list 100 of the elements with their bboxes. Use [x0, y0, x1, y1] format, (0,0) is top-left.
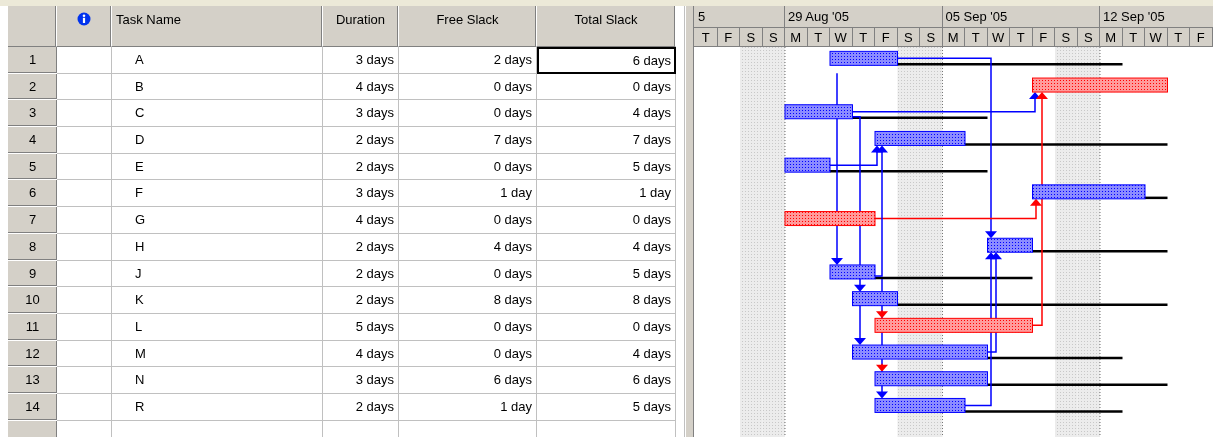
duration-cell: 2 days — [323, 287, 399, 314]
task-name-cell: G — [112, 207, 323, 234]
indicator-cell — [57, 100, 112, 128]
total-slack-cell[interactable]: 5 days — [537, 393, 676, 421]
row-number[interactable]: 5 — [8, 153, 57, 181]
day-label: F — [875, 28, 898, 47]
task-bar[interactable] — [784, 104, 853, 120]
total-slack-cell[interactable]: 8 days — [537, 287, 676, 314]
duration-cell: 3 days — [323, 367, 399, 394]
duration-cell: 3 days — [323, 47, 399, 74]
total-slack-cell[interactable]: 6 days — [537, 47, 676, 74]
day-label: F — [717, 28, 740, 47]
task-bar[interactable] — [987, 237, 1033, 253]
total-slack-cell[interactable]: 1 day — [537, 180, 676, 208]
task-name-cell: J — [112, 260, 323, 288]
free-slack-cell: 2 days — [399, 47, 537, 74]
row-number[interactable]: 12 — [8, 340, 57, 368]
duration-cell: 2 days — [323, 393, 399, 421]
task-bar[interactable] — [784, 157, 831, 173]
task-name-cell: A — [112, 47, 323, 74]
splitter-bar[interactable] — [685, 6, 694, 437]
indicator-cell — [57, 233, 112, 261]
day-label: T — [1010, 28, 1033, 47]
row-number[interactable]: 6 — [8, 180, 57, 208]
week-label: 12 Sep '05 — [1100, 6, 1213, 27]
day-label: W — [987, 28, 1010, 47]
row-number[interactable]: 10 — [8, 287, 57, 314]
free-slack-cell: 7 days — [399, 127, 537, 154]
indicator-cell — [57, 287, 112, 314]
day-label: T — [965, 28, 988, 47]
duration-cell: 3 days — [323, 100, 399, 128]
indicator-cell — [57, 207, 112, 234]
column-header[interactable]: Total Slack — [537, 6, 676, 47]
row-number[interactable]: 2 — [8, 73, 57, 101]
task-name-cell: R — [112, 393, 323, 421]
task-bar[interactable] — [1032, 184, 1146, 200]
free-slack-cell: 8 days — [399, 287, 537, 314]
day-label: T — [852, 28, 875, 47]
indicator-cell — [57, 260, 112, 288]
indicator-cell — [57, 127, 112, 154]
task-name-cell: E — [112, 153, 323, 181]
indicator-cell — [57, 47, 112, 74]
column-header[interactable]: Task Name — [112, 6, 323, 47]
free-slack-cell: 0 days — [399, 207, 537, 234]
free-slack-cell: 0 days — [399, 73, 537, 101]
total-slack-cell[interactable]: 4 days — [537, 100, 676, 128]
free-slack-cell: 1 day — [399, 180, 537, 208]
task-bar[interactable] — [874, 371, 988, 387]
free-slack-cell: 1 day — [399, 393, 537, 421]
task-bar[interactable] — [829, 50, 898, 66]
row-number[interactable]: 7 — [8, 207, 57, 234]
total-slack-cell[interactable]: 4 days — [537, 233, 676, 261]
row-number[interactable]: 1 — [8, 47, 57, 74]
duration-cell: 4 days — [323, 340, 399, 368]
task-bar[interactable] — [874, 130, 966, 146]
task-name-cell: D — [112, 127, 323, 154]
task-name-cell: H — [112, 233, 323, 261]
indicator-cell — [57, 73, 112, 101]
duration-cell: 2 days — [323, 260, 399, 288]
indicator-cell — [57, 340, 112, 368]
total-slack-cell[interactable]: 0 days — [537, 73, 676, 101]
row-number[interactable]: 9 — [8, 260, 57, 288]
row-number[interactable]: 4 — [8, 127, 57, 154]
task-name-cell: L — [112, 313, 323, 341]
free-slack-cell: 0 days — [399, 340, 537, 368]
task-bar[interactable] — [874, 397, 966, 413]
task-name-cell: C — [112, 100, 323, 128]
free-slack-cell: 0 days — [399, 153, 537, 181]
task-bar[interactable] — [784, 211, 876, 227]
column-header[interactable]: Free Slack — [399, 6, 537, 47]
row-number[interactable]: 11 — [8, 313, 57, 341]
row-number[interactable]: 13 — [8, 367, 57, 394]
indicator-cell — [57, 180, 112, 208]
duration-cell: 4 days — [323, 207, 399, 234]
total-slack-cell[interactable]: 0 days — [537, 313, 676, 341]
total-slack-cell[interactable]: 7 days — [537, 127, 676, 154]
task-name-cell: M — [112, 340, 323, 368]
day-label: M — [942, 28, 965, 47]
task-bar[interactable] — [852, 291, 898, 307]
total-slack-cell[interactable]: 0 days — [537, 207, 676, 234]
free-slack-cell: 0 days — [399, 260, 537, 288]
dependency-arrow — [854, 304, 866, 346]
day-label: T — [1167, 28, 1190, 47]
row-number[interactable]: 3 — [8, 100, 57, 128]
total-slack-cell[interactable]: 6 days — [537, 367, 676, 394]
total-slack-cell[interactable]: 4 days — [537, 340, 676, 368]
row-number[interactable]: 14 — [8, 393, 57, 421]
day-label: T — [807, 28, 830, 47]
day-label: M — [1100, 28, 1123, 47]
duration-cell: 3 days — [323, 180, 399, 208]
day-label: W — [1145, 28, 1168, 47]
day-label: W — [830, 28, 853, 47]
duration-cell: 2 days — [323, 153, 399, 181]
free-slack-cell: 6 days — [399, 367, 537, 394]
column-header[interactable]: Duration — [323, 6, 399, 47]
total-slack-cell[interactable]: 5 days — [537, 260, 676, 288]
total-slack-cell[interactable]: 5 days — [537, 153, 676, 181]
row-number[interactable]: 8 — [8, 233, 57, 261]
slack-line — [1145, 196, 1168, 200]
week-label: 29 Aug '05 — [785, 6, 943, 27]
